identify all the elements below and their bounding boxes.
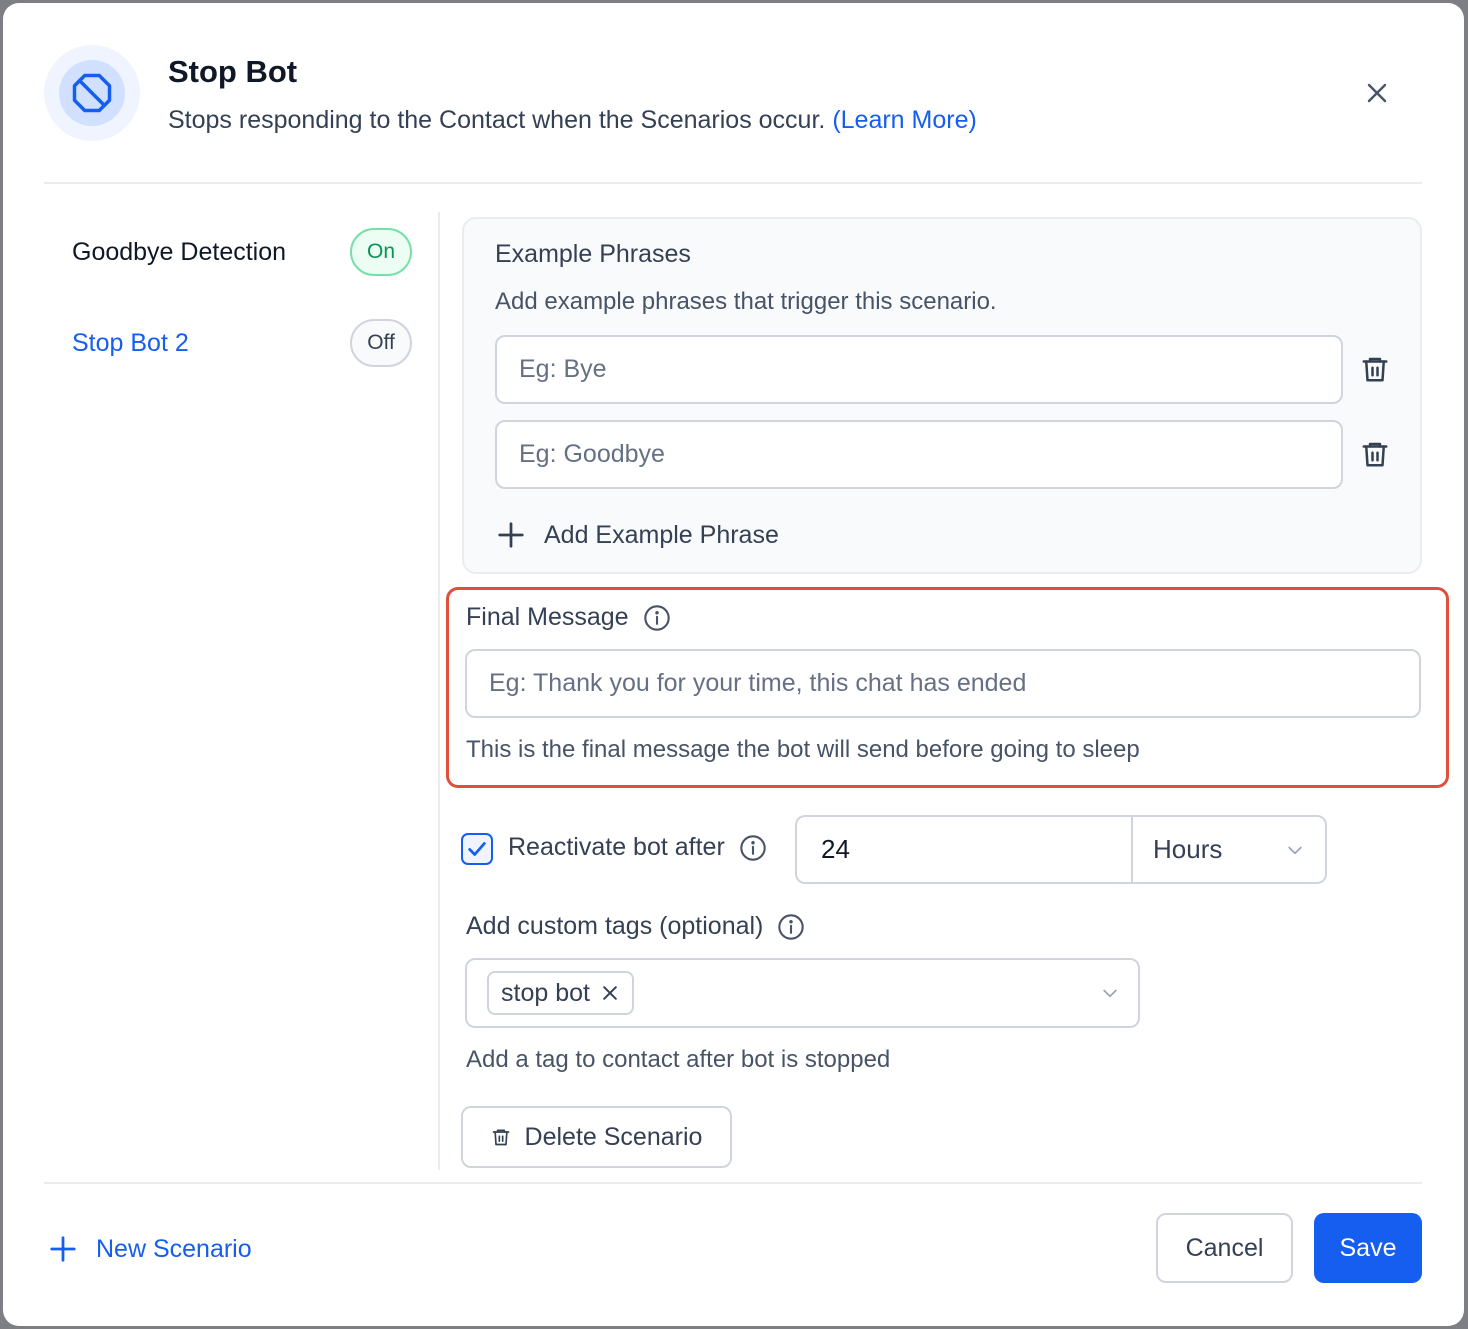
final-message-label: Final Message	[466, 603, 671, 632]
status-badge-on[interactable]: On	[350, 228, 412, 276]
sidebar-divider	[438, 212, 440, 1170]
reactivate-unit-select[interactable]: Hours	[1131, 815, 1327, 884]
trash-icon	[492, 1129, 509, 1146]
reactivate-duration-input[interactable]	[795, 815, 1132, 884]
delete-scenario-button[interactable]: Delete Scenario	[461, 1106, 732, 1168]
reactivate-label-text: Reactivate bot after	[508, 833, 725, 861]
status-badge-off[interactable]: Off	[350, 319, 412, 367]
trash-icon	[1362, 442, 1388, 467]
chevron-down-icon	[1288, 846, 1302, 854]
tag-chip: stop bot	[487, 971, 634, 1015]
add-example-phrase-label: Add Example Phrase	[544, 520, 779, 549]
close-button[interactable]	[1358, 74, 1396, 112]
reactivate-checkbox[interactable]	[461, 833, 493, 865]
final-message-input[interactable]	[465, 649, 1421, 718]
delete-scenario-label: Delete Scenario	[524, 1122, 703, 1151]
final-message-label-text: Final Message	[466, 603, 629, 631]
sidebar-item-goodbye-detection[interactable]: Goodbye Detection On	[72, 226, 412, 278]
info-icon[interactable]	[643, 604, 671, 632]
custom-tags-select[interactable]: stop bot	[465, 958, 1140, 1028]
check-icon	[468, 842, 486, 856]
scenario-name: Stop Bot 2	[72, 328, 189, 357]
example-phrases-subtitle: Add example phrases that trigger this sc…	[495, 288, 997, 315]
delete-phrase-button-1[interactable]	[1355, 349, 1395, 389]
custom-tags-help: Add a tag to contact after bot is stoppe…	[466, 1046, 891, 1073]
save-button[interactable]: Save	[1314, 1213, 1422, 1283]
tag-chip-label: stop bot	[501, 978, 590, 1007]
example-phrase-input-1[interactable]	[495, 335, 1343, 404]
close-icon	[1367, 83, 1387, 103]
header-divider	[44, 182, 1422, 184]
new-scenario-label: New Scenario	[96, 1234, 252, 1263]
reactivate-label: Reactivate bot after	[508, 833, 767, 862]
cancel-button[interactable]: Cancel	[1156, 1213, 1293, 1283]
modal-title: Stop Bot	[168, 54, 298, 89]
trash-icon	[1362, 357, 1388, 382]
plus-icon	[50, 1236, 76, 1262]
chevron-down-icon	[1103, 989, 1117, 998]
scenario-name: Goodbye Detection	[72, 237, 287, 266]
header-icon-badge	[44, 45, 140, 141]
add-example-phrase-button[interactable]: Add Example Phrase	[496, 514, 779, 556]
x-icon	[603, 986, 617, 1000]
modal-subtitle: Stops responding to the Contact when the…	[168, 106, 977, 135]
plus-icon	[498, 522, 524, 548]
learn-more-link[interactable]: (Learn More)	[832, 106, 977, 134]
custom-tags-label-text: Add custom tags (optional)	[466, 912, 764, 940]
reactivate-unit-value: Hours	[1153, 834, 1223, 864]
footer-divider	[44, 1182, 1422, 1184]
info-icon[interactable]	[777, 913, 805, 941]
new-scenario-button[interactable]: New Scenario	[48, 1228, 252, 1270]
stop-icon	[72, 73, 112, 113]
info-icon[interactable]	[739, 834, 767, 862]
example-phrases-title: Example Phrases	[495, 240, 691, 268]
sidebar-item-stop-bot-2[interactable]: Stop Bot 2 Off	[72, 317, 412, 369]
remove-tag-button[interactable]	[600, 983, 620, 1003]
custom-tags-label: Add custom tags (optional)	[466, 912, 805, 941]
final-message-help: This is the final message the bot will s…	[466, 736, 1140, 763]
delete-phrase-button-2[interactable]	[1355, 434, 1395, 474]
subtitle-text: Stops responding to the Contact when the…	[168, 106, 826, 134]
example-phrase-input-2[interactable]	[495, 420, 1343, 489]
